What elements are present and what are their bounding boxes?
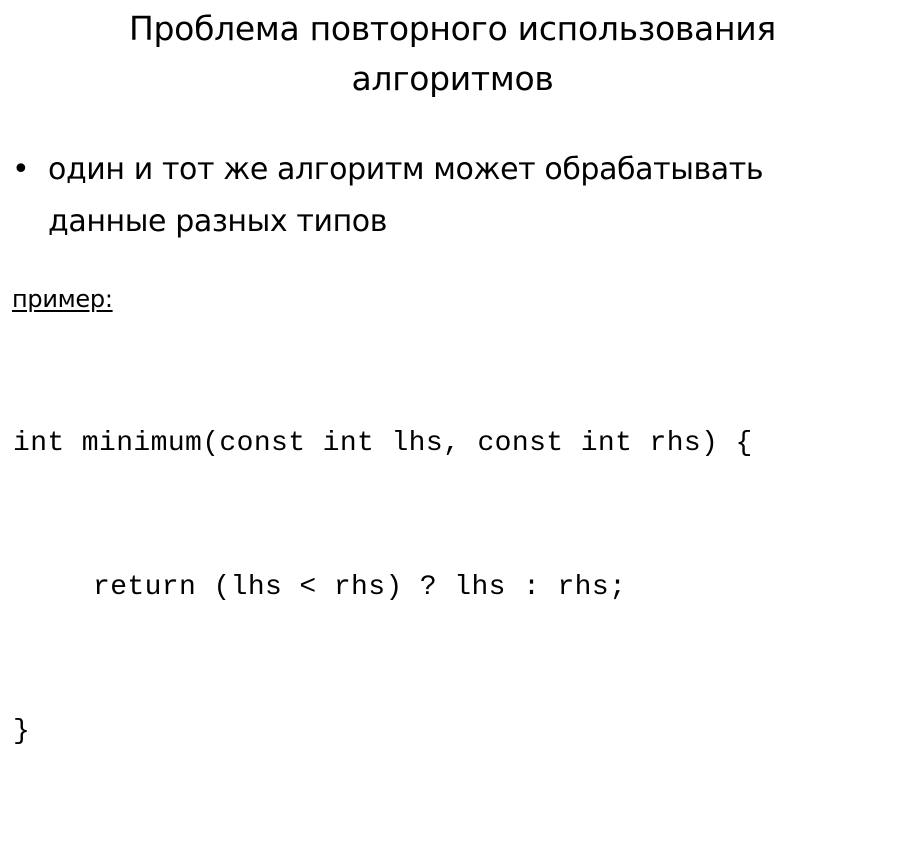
slide-title: Проблема повторного использования алгори…	[0, 4, 905, 104]
bullet-text: один и тот же алгоритм может обрабатыват…	[48, 144, 897, 248]
code-line-3: }	[13, 708, 753, 756]
code-block: int minimum(const int lhs, const int rhs…	[13, 324, 753, 852]
slide-title-line-1: Проблема повторного использования	[129, 9, 776, 48]
example-label: пример:	[12, 285, 113, 313]
slide-title-line-2: алгоритмов	[351, 59, 554, 98]
bullet-text-line-1: один и тот же алгоритм может обрабатыват…	[48, 152, 764, 187]
code-line-1: int minimum(const int lhs, const int rhs…	[13, 420, 753, 468]
code-line-2-text: return (lhs < rhs) ? lhs : rhs;	[93, 572, 627, 603]
slide: Проблема повторного использования алгори…	[0, 0, 905, 747]
code-line-2: return (lhs < rhs) ? lhs : rhs;	[13, 564, 753, 612]
code-line-1-text: int minimum(const int lhs, const int rhs…	[13, 428, 753, 459]
bullet-point: • один и тот же алгоритм может обрабатыв…	[12, 144, 897, 248]
bullet-text-line-2: данные разных типов	[48, 204, 388, 239]
code-line-3-text: }	[13, 716, 31, 747]
bullet-marker: •	[12, 152, 30, 187]
